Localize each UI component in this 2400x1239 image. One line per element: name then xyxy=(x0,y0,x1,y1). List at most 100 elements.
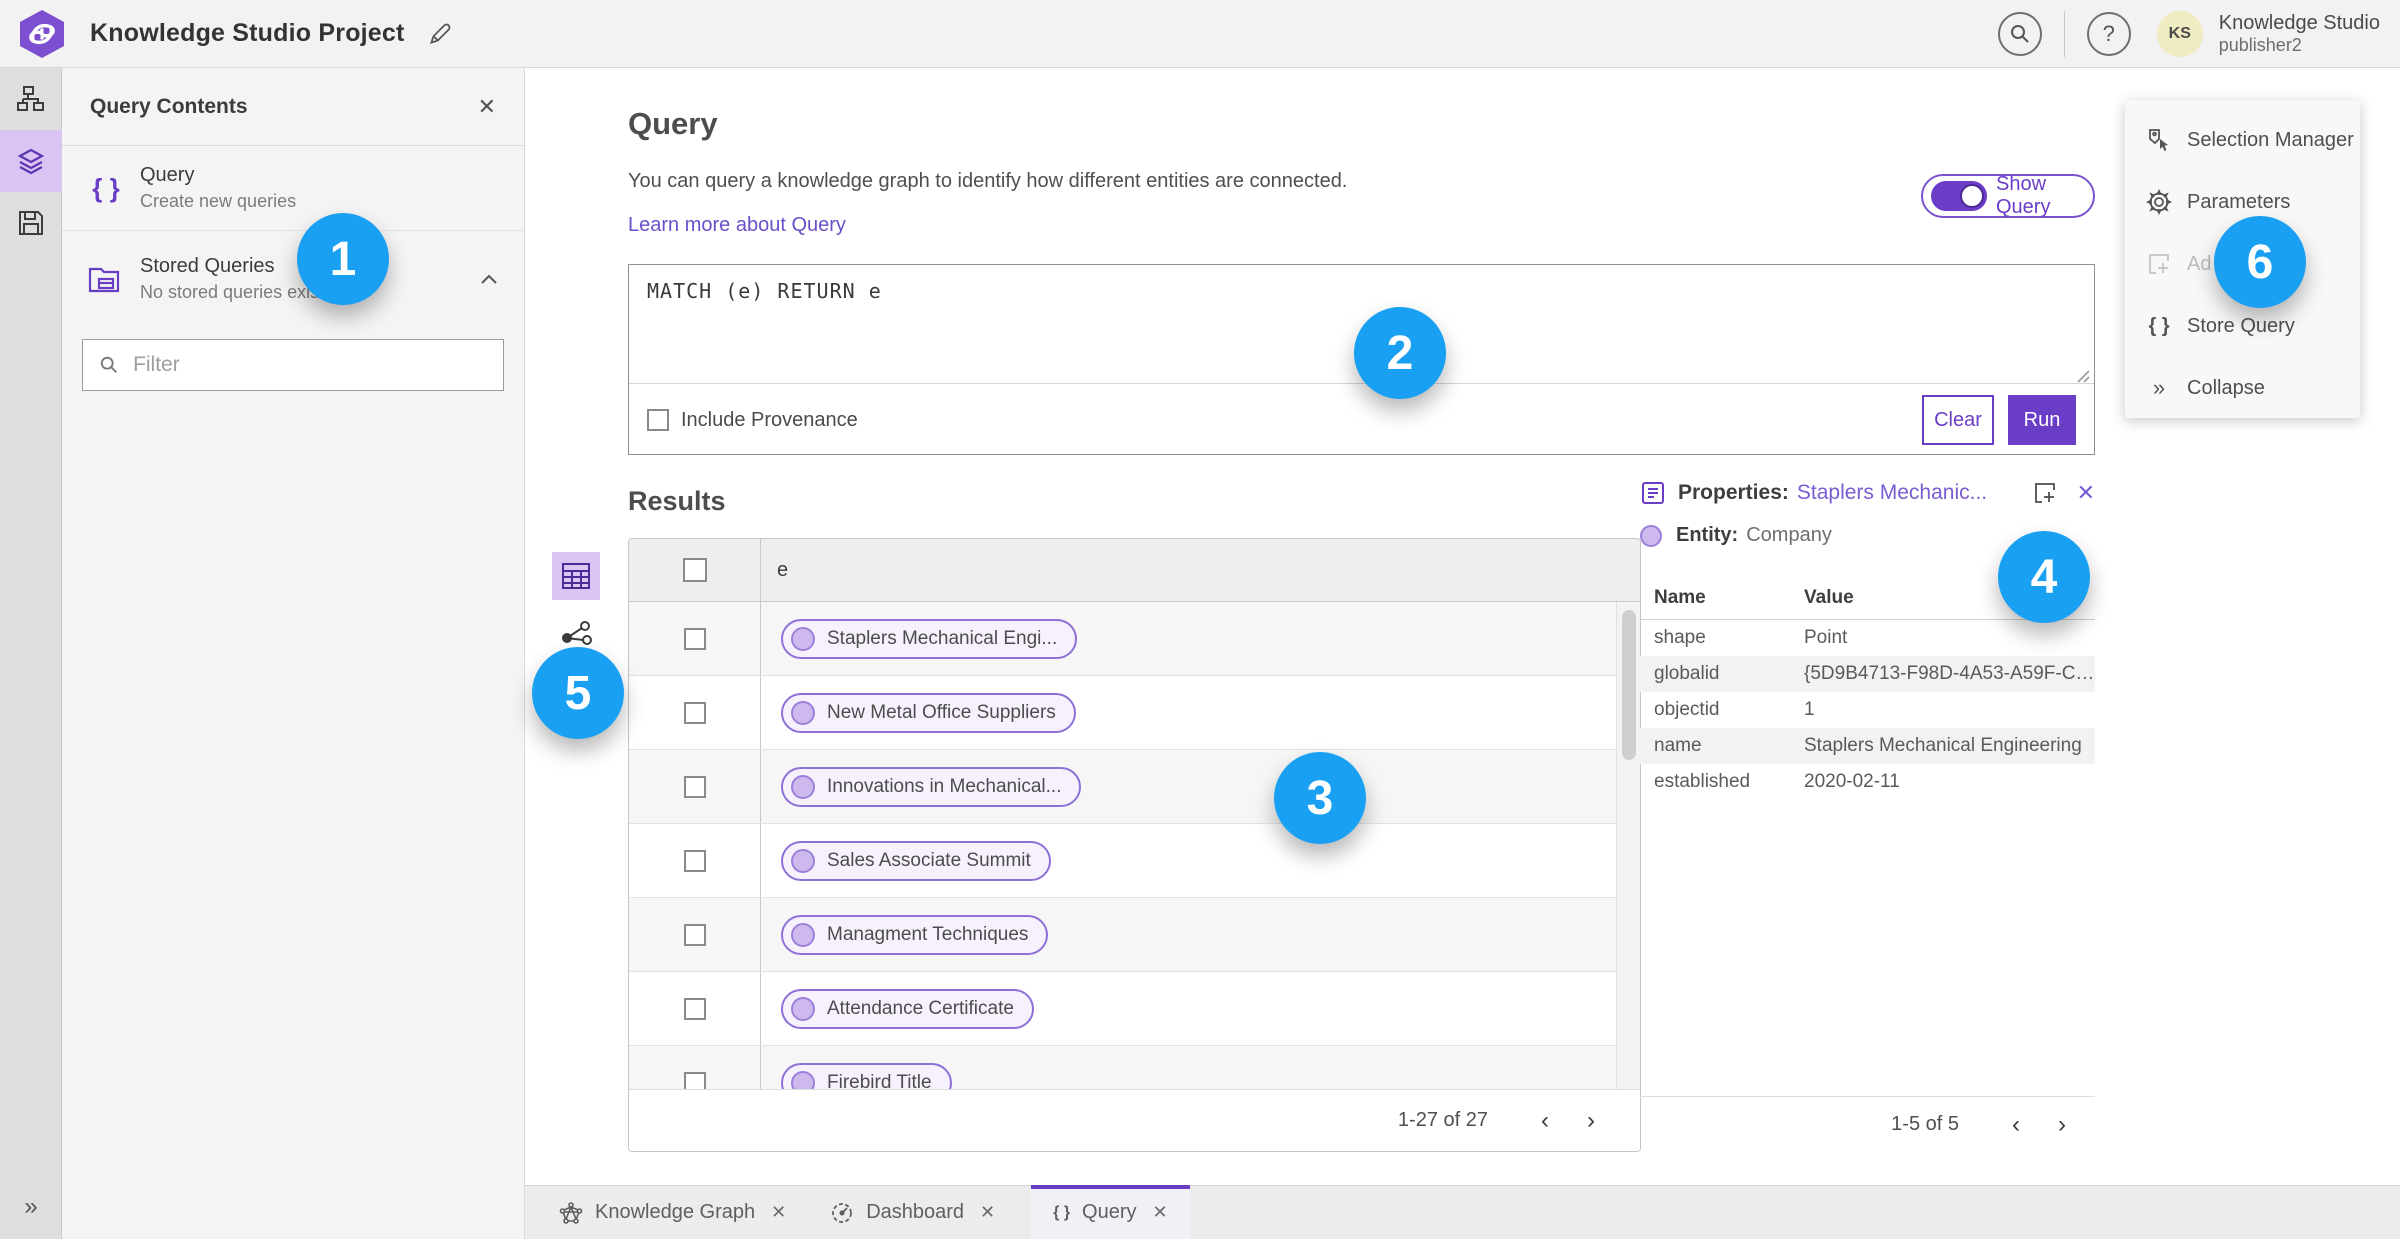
tab-query[interactable]: { } Query ✕ xyxy=(1031,1185,1191,1239)
menu-item-store-query[interactable]: { } Store Query xyxy=(2145,310,2360,342)
menu-item-collapse[interactable]: » Collapse xyxy=(2145,372,2360,404)
entity-type: Company xyxy=(1746,524,1832,546)
save-rail-button[interactable] xyxy=(0,192,62,254)
row-checkbox[interactable] xyxy=(683,849,706,872)
property-row[interactable]: objectid 1 xyxy=(1640,692,2095,728)
properties-header: Properties: Staplers Mechanic... ✕ xyxy=(1640,480,2095,506)
annotation-badge-1: 1 xyxy=(297,213,389,305)
prop-col-name: Name xyxy=(1640,581,1790,620)
help-icon: ? xyxy=(2102,20,2115,46)
braces-icon: { } xyxy=(92,172,120,203)
table-view-button[interactable] xyxy=(552,552,600,600)
row-checkbox[interactable] xyxy=(683,1071,706,1089)
query-description: You can query a knowledge graph to ident… xyxy=(628,170,1348,192)
close-tab-icon[interactable]: ✕ xyxy=(1153,1202,1168,1223)
filter-field xyxy=(82,339,504,391)
menu-item-selection-manager[interactable]: Selection Manager xyxy=(2145,124,2360,156)
query-editor-text[interactable]: MATCH (e) RETURN e xyxy=(647,279,882,303)
knowledge-studio-app: Knowledge Studio Project ? KS Knowledge … xyxy=(0,0,2400,1239)
search-button[interactable] xyxy=(1997,11,2042,56)
show-query-label: Show Query xyxy=(1996,173,2051,218)
resize-grip-icon[interactable] xyxy=(2074,367,2090,383)
help-button[interactable]: ? xyxy=(2086,11,2131,56)
entity-pill[interactable]: New Metal Office Suppliers xyxy=(781,692,1076,733)
left-icon-rail: » xyxy=(0,68,62,1239)
next-page-button[interactable]: › xyxy=(1568,1107,1614,1135)
layers-icon xyxy=(17,148,45,175)
tab-knowledge-graph[interactable]: Knowledge Graph ✕ xyxy=(537,1186,808,1239)
row-checkbox[interactable] xyxy=(683,701,706,724)
entity-pill[interactable]: Innovations in Mechanical... xyxy=(781,766,1082,807)
property-row[interactable]: shape Point xyxy=(1640,620,2095,657)
entity-pill[interactable]: Firebird Title xyxy=(781,1062,952,1089)
entity-dot-icon xyxy=(791,774,815,799)
properties-icon xyxy=(1642,482,1664,504)
stored-queries-folder-icon xyxy=(88,261,124,297)
property-row[interactable]: name Staplers Mechanical Engineering xyxy=(1640,728,2095,764)
clear-button[interactable]: Clear xyxy=(1922,395,1994,445)
panel-close-icon[interactable]: ✕ xyxy=(478,94,496,120)
menu-item-parameters[interactable]: Parameters xyxy=(2145,186,2360,218)
user-info[interactable]: Knowledge Studio publisher2 xyxy=(2219,12,2380,56)
run-button[interactable]: Run xyxy=(2008,395,2076,445)
previous-page-button[interactable]: ‹ xyxy=(1522,1107,1568,1135)
tab-dashboard[interactable]: Dashboard ✕ xyxy=(808,1186,1017,1239)
sidebar-item-query[interactable]: { } Query Create new queries xyxy=(62,146,524,231)
annotation-badge-5: 5 xyxy=(532,647,624,739)
vertical-scrollbar[interactable] xyxy=(1616,602,1640,1089)
data-model-rail-button[interactable] xyxy=(0,68,62,130)
properties-pagination: 1-5 of 5 ‹ › xyxy=(1640,1096,2095,1152)
include-provenance-label: Include Provenance xyxy=(681,408,858,431)
search-icon xyxy=(2010,24,2029,43)
close-tab-icon[interactable]: ✕ xyxy=(771,1202,786,1223)
table-icon xyxy=(562,563,590,589)
entity-pill[interactable]: Managment Techniques xyxy=(781,914,1049,955)
entity-pill[interactable]: Sales Associate Summit xyxy=(781,840,1051,881)
properties-entity-link[interactable]: Staplers Mechanic... xyxy=(1797,481,1987,505)
close-properties-icon[interactable]: ✕ xyxy=(2077,480,2095,506)
row-checkbox[interactable] xyxy=(683,775,706,798)
property-row[interactable]: established 2020-02-11 xyxy=(1640,764,2095,800)
avatar[interactable]: KS xyxy=(2156,10,2203,57)
entity-dot-icon xyxy=(791,996,815,1021)
previous-page-button[interactable]: ‹ xyxy=(1993,1111,2039,1139)
top-bar-divider xyxy=(2063,10,2065,57)
expand-rail-icon[interactable]: » xyxy=(0,1193,62,1221)
annotation-badge-4: 4 xyxy=(1998,531,2090,623)
scrollbar-thumb[interactable] xyxy=(1622,610,1636,760)
filter-input[interactable] xyxy=(133,353,487,377)
learn-more-link[interactable]: Learn more about Query xyxy=(628,214,846,237)
results-pagination: 1-27 of 27 ‹ › xyxy=(629,1089,1640,1151)
entity-dot-icon xyxy=(791,700,815,725)
sidebar-item-stored-queries[interactable]: Stored Queries No stored queries exist xyxy=(62,237,524,321)
close-tab-icon[interactable]: ✕ xyxy=(980,1202,995,1223)
toggle-knob xyxy=(1960,184,1984,208)
link-chart-view-button[interactable] xyxy=(561,616,595,650)
stored-queries-subtitle: No stored queries exist xyxy=(140,282,325,302)
select-all-checkbox[interactable] xyxy=(682,558,707,582)
toggle-track xyxy=(1931,181,1987,211)
row-checkbox[interactable] xyxy=(683,997,706,1020)
contents-rail-button[interactable] xyxy=(0,130,62,192)
property-row[interactable]: globalid {5D9B4713-F98D-4A53-A59F-C11... xyxy=(1640,656,2095,692)
entity-pill[interactable]: Staplers Mechanical Engi... xyxy=(781,618,1078,659)
entity-dot-icon xyxy=(791,922,815,947)
edit-title-icon[interactable] xyxy=(427,21,453,47)
query-contents-panel: Query Contents ✕ { } Query Create new qu… xyxy=(62,68,525,1239)
results-table: e Staplers Mechanical Engi... New Metal … xyxy=(628,538,1641,1152)
entity-pill[interactable]: Attendance Certificate xyxy=(781,988,1034,1029)
row-checkbox[interactable] xyxy=(683,923,706,946)
show-query-toggle[interactable]: Show Query xyxy=(1921,173,2095,218)
chevron-up-icon[interactable] xyxy=(480,273,498,285)
panel-header: Query Contents ✕ xyxy=(62,68,524,146)
add-to-map-icon[interactable] xyxy=(2033,481,2057,505)
table-row: Attendance Certificate xyxy=(629,972,1640,1046)
next-page-button[interactable]: › xyxy=(2039,1111,2085,1139)
row-checkbox[interactable] xyxy=(683,627,706,650)
entity-dot-icon xyxy=(791,626,815,651)
table-row: Staplers Mechanical Engi... xyxy=(629,602,1640,676)
knowledge-graph-icon xyxy=(559,1201,583,1225)
include-provenance-checkbox[interactable] xyxy=(647,409,669,431)
bottom-tab-bar: Knowledge Graph ✕ Dashboard ✕ { } Query … xyxy=(525,1185,2400,1239)
pagination-range: 1-27 of 27 xyxy=(1397,1109,1488,1131)
